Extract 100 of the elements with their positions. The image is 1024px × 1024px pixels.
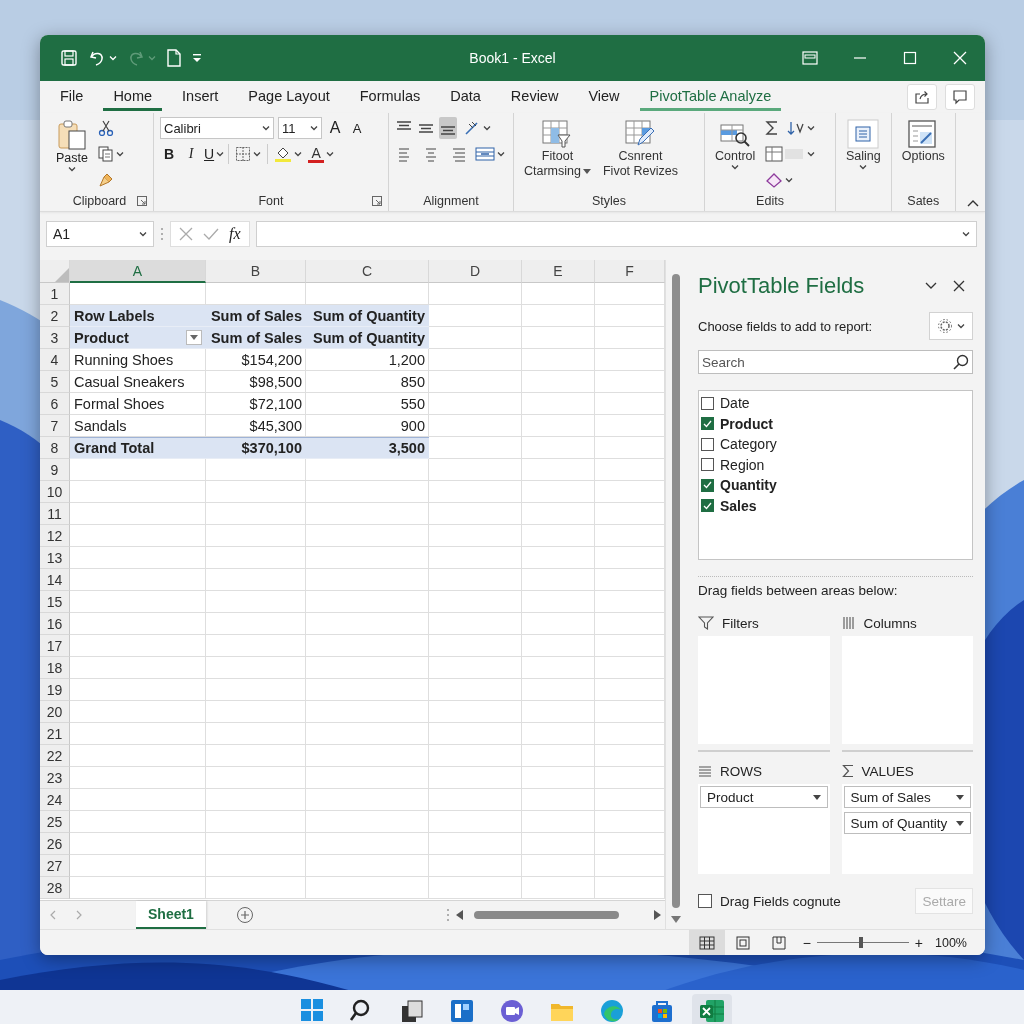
checkbox[interactable] [701,417,714,431]
font-size-field[interactable]: 11 [278,117,322,139]
row-number[interactable]: 3 [40,327,70,349]
row-number[interactable]: 2 [40,305,70,327]
row-number[interactable]: 4 [40,349,70,371]
zoom-level[interactable]: 100% [935,935,967,950]
checkbox[interactable] [701,396,714,410]
row-number[interactable]: 7 [40,415,70,437]
rows-icon [698,765,712,777]
brush-icon [98,172,114,188]
ribbon-tab[interactable]: Formulas [349,83,431,111]
collapse-ribbon-button[interactable] [967,199,979,207]
drop-area[interactable]: Sum of Sales Sum of Quantity [841,784,973,874]
column-header[interactable]: C [306,260,429,283]
normal-view-button[interactable] [688,930,725,955]
sheet-tab[interactable]: Sheet1 [136,901,206,929]
filter-dropdown-button[interactable] [186,330,202,345]
checkbox[interactable] [701,437,714,451]
column-header[interactable]: B [206,260,306,283]
row-number[interactable]: 1 [40,283,70,305]
ribbon-button[interactable]: Control [711,117,760,172]
field-name: Region [720,456,765,473]
ribbon-button[interactable]: Options [897,117,949,166]
row-number[interactable]: 5 [40,371,70,393]
font-color-button[interactable]: A [308,143,335,165]
row-number[interactable]: 13 [40,547,70,569]
table-cell-text: Casual Sneakers [73,373,186,392]
ribbon-button[interactable]: Saling [842,117,885,172]
row-number[interactable]: 17 [40,635,70,657]
ribbon-button[interactable]: Fitoot Ctarmsing [520,117,595,181]
zoom-out-button[interactable]: − [802,934,811,951]
area-field-button[interactable]: Sum of Sales [843,786,971,808]
row-number[interactable]: 11 [40,503,70,525]
checkbox[interactable] [701,478,714,492]
pane-instruction: Choose fields to add to report: [698,318,873,334]
decrease-font-button[interactable]: A [348,117,366,139]
row-number[interactable]: 22 [40,745,70,767]
scroll-left-icon[interactable] [456,910,464,920]
row-number[interactable]: 18 [40,657,70,679]
row-number[interactable]: 23 [40,767,70,789]
table-cell-text: 550 [399,395,426,414]
ribbon-tab[interactable]: View [578,83,630,111]
underline-button[interactable]: U [204,143,225,165]
name-box[interactable]: A1 [46,221,154,247]
checkbox[interactable] [701,458,714,472]
row-number[interactable]: 10 [40,481,70,503]
checkbox[interactable] [698,894,712,908]
row-number[interactable]: 9 [40,459,70,481]
slider-thumb[interactable] [859,937,863,948]
row-number[interactable]: 24 [40,789,70,811]
column-header[interactable]: E [522,260,595,283]
drop-area[interactable]: Product [698,784,830,874]
vertical-align-button[interactable] [439,117,457,139]
checkbox[interactable] [701,499,714,513]
insert-function-button[interactable]: fx [229,225,241,243]
ribbon-button[interactable]: Csnrent Fivot Revizes [598,117,682,181]
row-number[interactable]: 21 [40,723,70,745]
table-filter-icon [541,119,574,149]
font-name-field[interactable]: Calibri [160,117,274,139]
row-number[interactable]: 14 [40,569,70,591]
ribbon-tab[interactable]: Review [500,83,569,111]
column-header[interactable]: F [595,260,665,283]
area-field-button[interactable]: Sum of Quantity [843,812,971,834]
share-button[interactable] [907,84,937,110]
bold-button[interactable]: B [160,143,178,165]
grip-icon [446,908,450,922]
dialog-launcher-icon[interactable] [137,196,147,206]
row-number[interactable]: 16 [40,613,70,635]
row-number[interactable]: 6 [40,393,70,415]
increase-font-button[interactable]: A [326,117,344,139]
italic-button[interactable]: I [182,143,200,165]
area-field-button[interactable]: Product [700,786,828,808]
layout-settings-button[interactable] [929,312,973,340]
copy-button[interactable] [96,143,126,165]
zoom-in-button[interactable]: + [914,934,923,951]
scroll-right-icon[interactable] [653,910,661,920]
row-number[interactable]: 8 [40,437,70,459]
column-header[interactable]: A [70,260,206,283]
ribbon-tab[interactable]: File [50,83,94,111]
formula-field[interactable] [255,221,977,247]
comments-button[interactable] [945,84,975,110]
column-header[interactable]: D [429,260,522,283]
add-sheet-button[interactable] [235,906,254,924]
ribbon-tab[interactable]: Data [440,83,491,111]
row-number[interactable]: 12 [40,525,70,547]
caret-icon [148,55,156,61]
row-number[interactable]: 25 [40,811,70,833]
dialog-launcher-icon[interactable] [372,196,382,206]
row-number[interactable]: 20 [40,701,70,723]
row-number[interactable]: 27 [40,855,70,877]
row-number[interactable]: 15 [40,591,70,613]
ribbon-tab[interactable]: Page Layout [238,83,340,111]
ribbon-tab[interactable]: Insert [172,83,229,111]
row-number[interactable]: 19 [40,679,70,701]
maximize-icon [903,51,917,65]
row-number[interactable]: 28 [40,877,70,899]
row-number[interactable]: 26 [40,833,70,855]
zoom-slider[interactable] [816,937,909,948]
paste-button[interactable]: Paste [52,117,92,174]
search-field[interactable]: Search [698,350,973,374]
